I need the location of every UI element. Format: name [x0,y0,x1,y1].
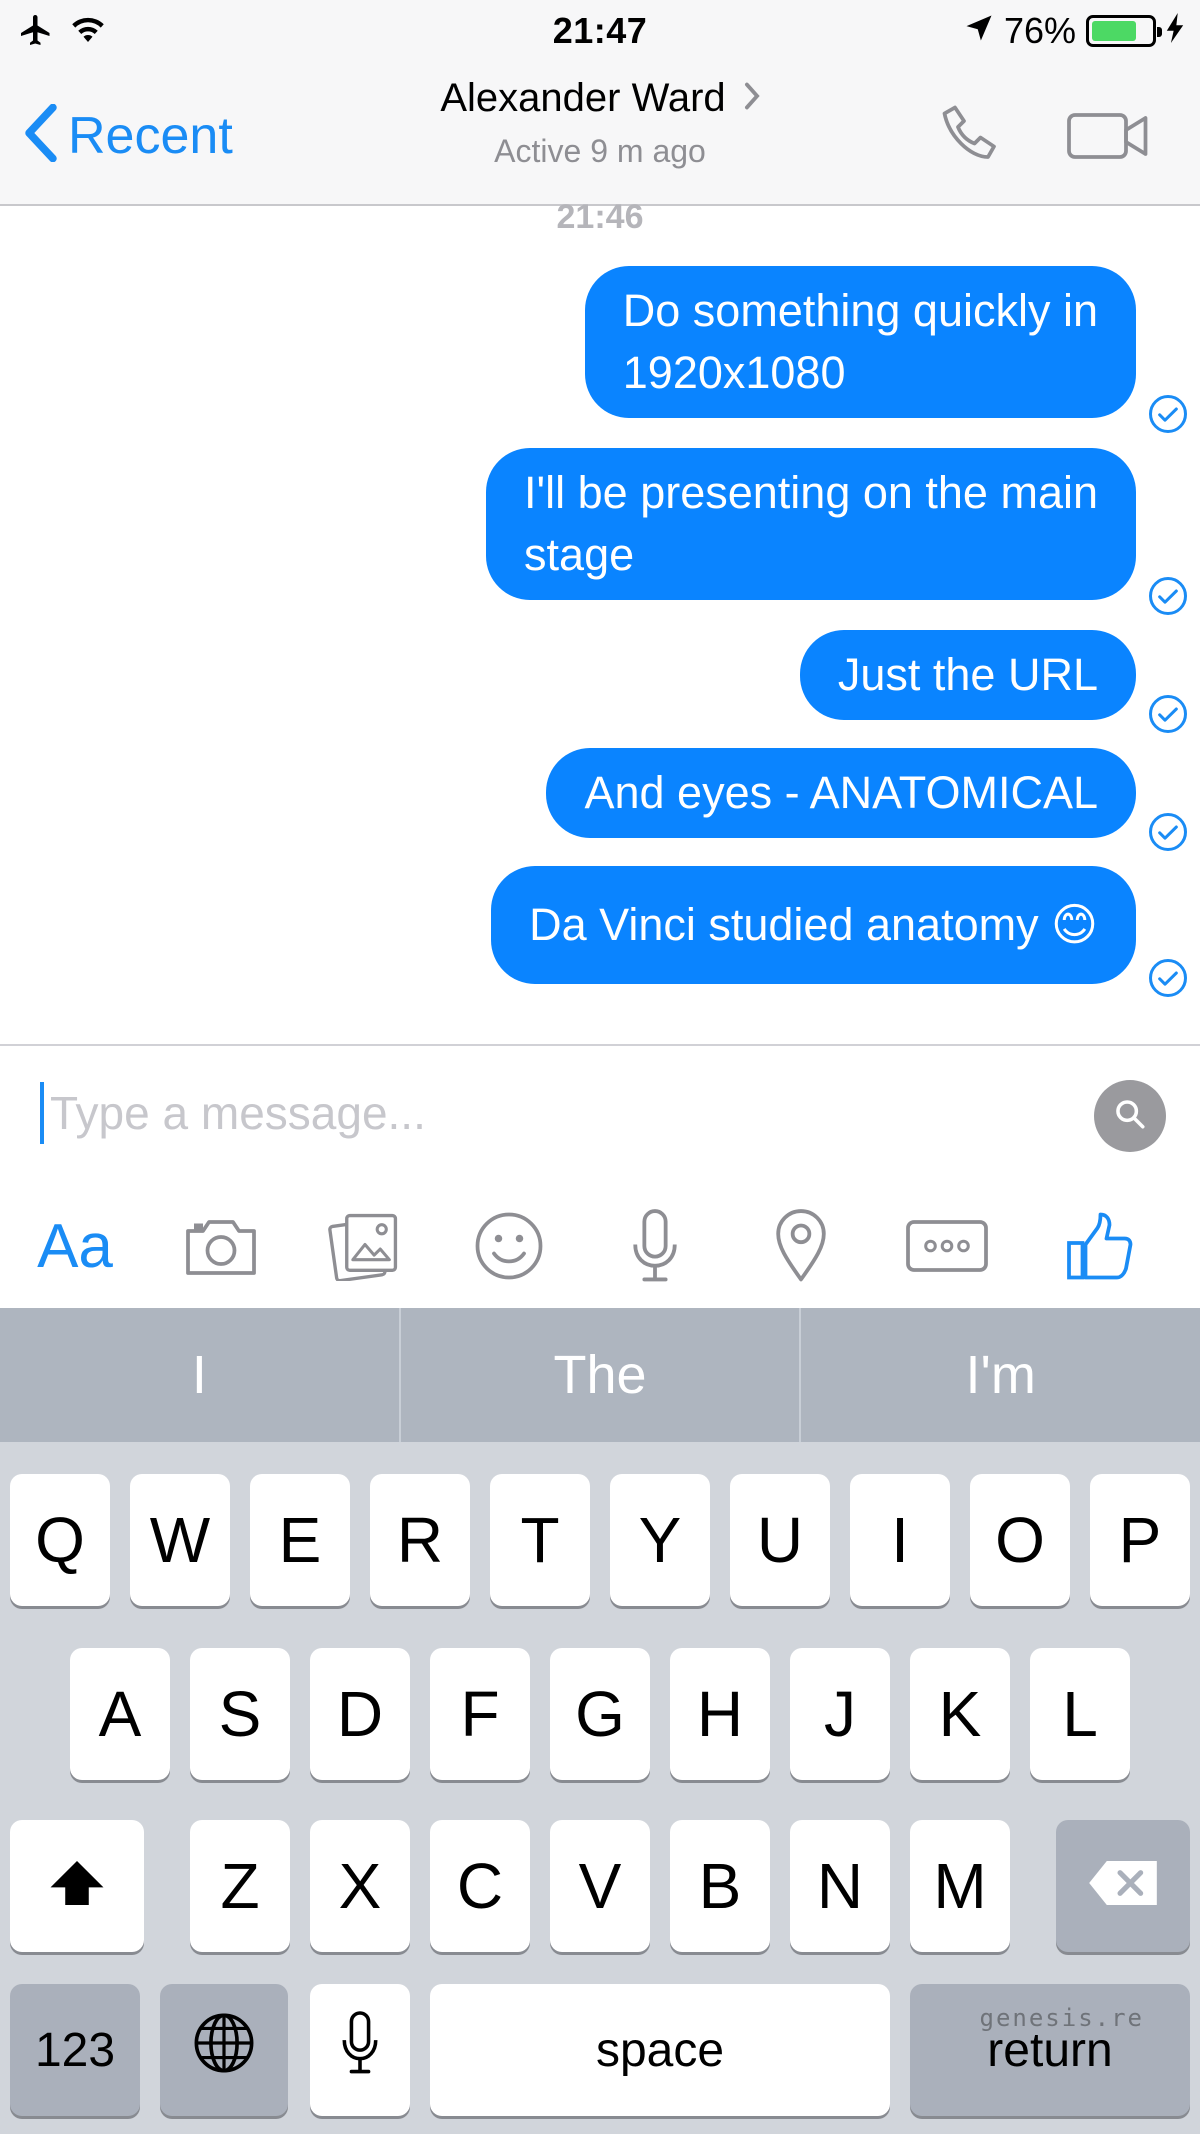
numbers-key[interactable]: 123 [10,1984,140,2116]
emoji-icon[interactable] [464,1196,554,1296]
message-input[interactable] [50,1086,1050,1140]
message-line: 1920x1080 [622,347,846,398]
predictive-text-bar: I The I'm [0,1308,1200,1442]
search-button[interactable] [1094,1080,1166,1152]
key-k[interactable]: K [910,1648,1010,1780]
camera-icon[interactable] [176,1196,266,1296]
globe-key[interactable] [160,1984,288,2116]
key-o[interactable]: O [970,1474,1070,1606]
battery-level [1092,21,1137,41]
key-i[interactable]: I [850,1474,950,1606]
composer-toolbar: Aa [0,1196,1200,1296]
dictation-key[interactable] [310,1984,410,2116]
shift-arrow-icon [47,1849,107,1923]
globe-icon [192,2011,256,2090]
key-c[interactable]: C [430,1820,530,1952]
key-x[interactable]: X [310,1820,410,1952]
search-icon [1113,1097,1147,1136]
message-input-row [40,1080,1100,1146]
key-j[interactable]: J [790,1648,890,1780]
message-bubble[interactable]: And eyes - ANATOMICAL [546,748,1136,838]
message-bubble[interactable]: Just the URL [799,630,1136,720]
key-t[interactable]: T [490,1474,590,1606]
sent-check-icon [1148,576,1188,616]
key-q[interactable]: Q [10,1474,110,1606]
message-composer: Aa [0,1044,1200,1308]
key-r[interactable]: R [370,1474,470,1606]
space-key[interactable]: space [430,1984,890,2116]
key-w[interactable]: W [130,1474,230,1606]
chevron-right-icon [744,82,760,115]
sent-check-icon [1148,394,1188,434]
key-v[interactable]: V [550,1820,650,1952]
message-line: Da Vinci studied anatomy 😊 [529,899,1098,950]
conversation-header: Recent Alexander Ward Active 9 m ago [0,64,1200,206]
key-b[interactable]: B [670,1820,770,1952]
video-call-icon[interactable] [1066,110,1150,167]
suggestion-item[interactable]: I'm [801,1308,1200,1442]
key-n[interactable]: N [790,1820,890,1952]
text-caret [40,1082,44,1144]
message-bubble[interactable]: I'll be presenting on the main stage [486,448,1136,600]
like-icon[interactable] [1054,1196,1144,1296]
suggestion-item[interactable]: I [0,1308,399,1442]
contact-name-button[interactable]: Alexander Ward [440,76,760,121]
key-h[interactable]: H [670,1648,770,1780]
message-line: And eyes - ANATOMICAL [584,767,1098,818]
key-m[interactable]: M [910,1820,1010,1952]
key-d[interactable]: D [310,1648,410,1780]
key-u[interactable]: U [730,1474,830,1606]
message-bubble[interactable]: Do something quickly in 1920x1080 [584,266,1136,418]
message-line: stage [524,529,635,580]
message-line: I'll be presenting on the main [524,467,1098,518]
shift-key[interactable] [10,1820,144,1952]
battery-icon [1086,15,1162,47]
call-actions [934,100,1150,177]
key-p[interactable]: P [1090,1474,1190,1606]
sent-check-icon [1148,694,1188,734]
message-line: Do something quickly in [622,285,1098,336]
charging-icon [1166,10,1184,52]
numbers-key-label: 123 [34,2023,116,2077]
sent-check-icon [1148,958,1188,998]
key-s[interactable]: S [190,1648,290,1780]
status-right: 76% [964,10,1184,52]
key-z[interactable]: Z [190,1820,290,1952]
gallery-icon[interactable] [320,1196,410,1296]
key-f[interactable]: F [430,1648,530,1780]
key-e[interactable]: E [250,1474,350,1606]
message-list[interactable]: 21:46 Do something quickly in 1920x1080 … [0,198,1200,1044]
sent-check-icon [1148,812,1188,852]
key-l[interactable]: L [1030,1648,1130,1780]
message-line: Just the URL [837,649,1098,700]
location-icon[interactable] [756,1196,846,1296]
battery-percent: 76% [1003,10,1076,51]
space-key-label: space [595,2023,725,2077]
microphone-icon[interactable] [610,1196,700,1296]
key-g[interactable]: G [550,1648,650,1780]
text-mode-button[interactable]: Aa [30,1196,120,1296]
more-icon[interactable] [900,1196,994,1296]
key-a[interactable]: A [70,1648,170,1780]
delete-key[interactable] [1056,1820,1190,1952]
contact-name: Alexander Ward [440,76,726,120]
watermark: genesis.re [979,2004,1144,2032]
backspace-icon [1086,1849,1160,1923]
suggestion-item[interactable]: The [401,1308,800,1442]
status-bar: 21:47 76% [0,0,1200,64]
message-timestamp: 21:46 [556,198,644,236]
microphone-icon [340,2010,380,2091]
phone-call-icon[interactable] [934,100,1006,177]
location-arrow-icon [964,10,994,52]
key-y[interactable]: Y [610,1474,710,1606]
message-bubble[interactable]: Da Vinci studied anatomy 😊 [491,866,1136,984]
